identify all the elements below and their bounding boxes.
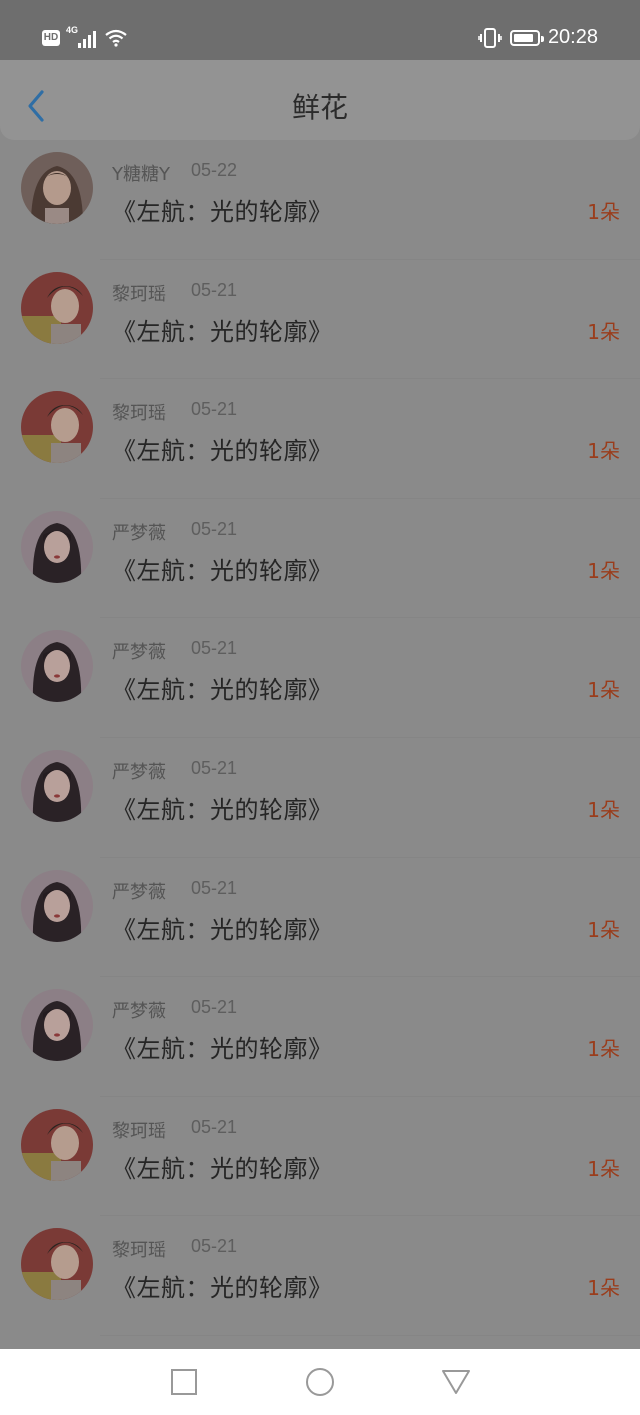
- flower-count: 1朵: [587, 1156, 620, 1181]
- avatar[interactable]: [21, 630, 93, 703]
- list-item[interactable]: 黎珂瑶 05-21 《左航：光的轮廓》 1朵: [0, 260, 640, 380]
- sender-name[interactable]: 黎珂瑶: [112, 1236, 166, 1262]
- list-item[interactable]: 严梦薇 05-21 《左航：光的轮廓》 1朵: [0, 499, 640, 619]
- gift-date: 05-21: [191, 518, 238, 539]
- book-title: 《左航：光的轮廓》: [112, 676, 333, 705]
- flower-count: 1朵: [587, 917, 620, 942]
- avatar[interactable]: [21, 869, 93, 942]
- book-title: 《左航：光的轮廓》: [112, 556, 333, 585]
- book-title: 《左航：光的轮廓》: [112, 1274, 333, 1303]
- square-recents-icon: [171, 1369, 197, 1395]
- page-title: 鲜花: [291, 91, 348, 124]
- gift-date: 05-21: [191, 279, 238, 300]
- flower-count: 1朵: [587, 1037, 620, 1062]
- list-item[interactable]: Y糖糖Y 05-22 《左航：光的轮廓》 1朵: [0, 140, 640, 260]
- recents-button[interactable]: [169, 1367, 199, 1397]
- book-title: 《左航：光的轮廓》: [112, 317, 333, 346]
- gift-list: Y糖糖Y 05-22 《左航：光的轮廓》 1朵 黎珂瑶 05-21 《左航：光的轮廓》 1朵黎…: [0, 140, 640, 1336]
- clock: 20:28: [547, 26, 598, 48]
- sender-name[interactable]: 黎珂瑶: [112, 280, 166, 306]
- gift-date: 05-21: [191, 877, 238, 898]
- gift-date: 05-22: [191, 160, 238, 180]
- signal-icon: 4G: [66, 25, 98, 48]
- sender-name[interactable]: 严梦薇: [112, 758, 166, 784]
- list-item[interactable]: 黎珂瑶 05-21 《左航：光的轮廓》 1朵: [0, 1097, 640, 1217]
- triangle-back-icon: [442, 1370, 470, 1394]
- list-item[interactable]: 严梦薇 05-21 《左航：光的轮廓》 1朵: [0, 618, 640, 738]
- avatar[interactable]: [21, 1108, 93, 1181]
- status-bar: HD 4G 20:28: [0, 0, 640, 60]
- book-title: 《左航：光的轮廓》: [112, 915, 333, 944]
- flower-count: 1朵: [587, 558, 620, 583]
- battery-icon: [509, 29, 544, 46]
- navigation-bar: [0, 1349, 640, 1415]
- flower-count: 1朵: [587, 678, 620, 703]
- wifi-icon: [105, 29, 127, 47]
- list-item[interactable]: 黎珂瑶 05-21 《左航：光的轮廓》 1朵: [0, 379, 640, 499]
- divider: [100, 1334, 640, 1336]
- header: 鲜花: [0, 60, 640, 140]
- sender-name[interactable]: 严梦薇: [112, 519, 166, 545]
- back-nav-button[interactable]: [440, 1366, 472, 1398]
- avatar[interactable]: [21, 1228, 93, 1301]
- avatar[interactable]: [21, 152, 93, 224]
- sender-name[interactable]: 严梦薇: [112, 878, 166, 904]
- flower-count: 1朵: [587, 1276, 620, 1301]
- list-item[interactable]: 严梦薇 05-21 《左航：光的轮廓》 1朵: [0, 738, 640, 858]
- book-title: 《左航：光的轮廓》: [112, 795, 333, 824]
- book-title: 《左航：光的轮廓》: [112, 198, 333, 226]
- hd-badge: HD: [42, 30, 60, 46]
- flower-count: 1朵: [587, 200, 620, 224]
- gift-date: 05-21: [191, 757, 238, 778]
- sender-name[interactable]: 黎珂瑶: [112, 399, 166, 425]
- avatar[interactable]: [21, 391, 93, 464]
- gift-date: 05-21: [191, 1116, 238, 1137]
- avatar[interactable]: [21, 271, 93, 344]
- avatar[interactable]: [21, 989, 93, 1062]
- sender-name[interactable]: Y糖糖Y: [112, 160, 170, 186]
- list-item[interactable]: 严梦薇 05-21 《左航：光的轮廓》 1朵: [0, 977, 640, 1097]
- list-item[interactable]: 黎珂瑶 05-21 《左航：光的轮廓》 1朵: [0, 1216, 640, 1336]
- book-title: 《左航：光的轮廓》: [112, 1154, 333, 1183]
- sender-name[interactable]: 严梦薇: [112, 638, 166, 664]
- avatar[interactable]: [21, 510, 93, 583]
- home-button[interactable]: [304, 1366, 336, 1398]
- flower-count: 1朵: [587, 439, 620, 464]
- gift-date: 05-21: [191, 638, 238, 659]
- gift-date: 05-21: [191, 997, 238, 1018]
- circle-home-icon: [306, 1368, 334, 1396]
- vibrate-icon: [478, 27, 502, 48]
- flower-count: 1朵: [587, 319, 620, 344]
- sender-name[interactable]: 严梦薇: [112, 997, 166, 1023]
- book-title: 《左航：光的轮廓》: [112, 1035, 333, 1064]
- gift-date: 05-21: [191, 399, 238, 420]
- gift-date: 05-21: [191, 1236, 238, 1257]
- avatar[interactable]: [21, 749, 93, 822]
- list-item[interactable]: 严梦薇 05-21 《左航：光的轮廓》 1朵: [0, 858, 640, 978]
- sender-name[interactable]: 黎珂瑶: [112, 1117, 166, 1143]
- book-title: 《左航：光的轮廓》: [112, 437, 333, 466]
- flower-count: 1朵: [587, 797, 620, 822]
